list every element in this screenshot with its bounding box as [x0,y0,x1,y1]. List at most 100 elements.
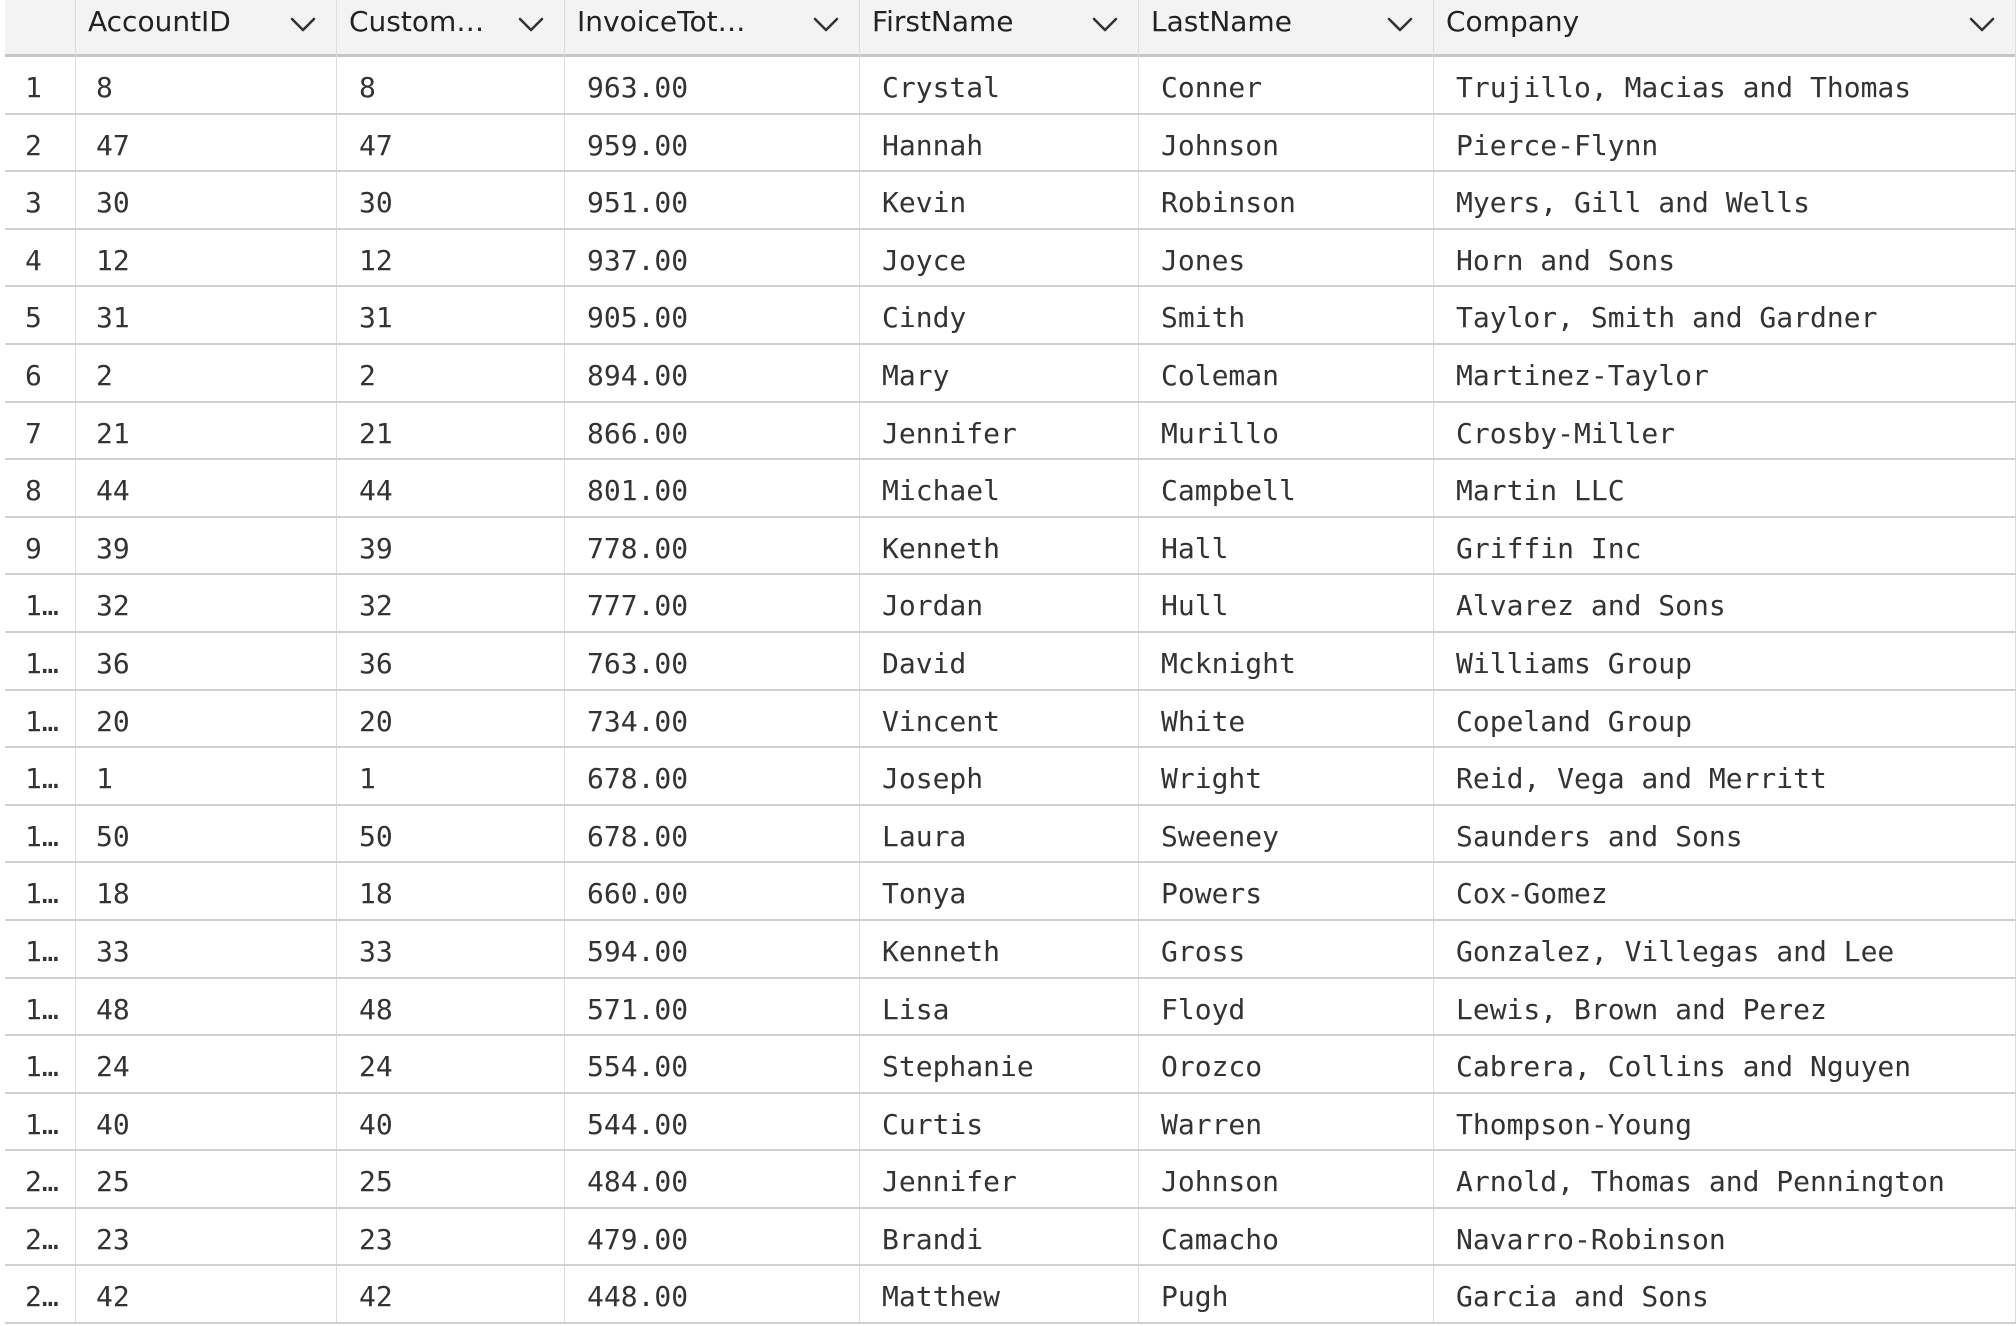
cell-customerid[interactable]: 25 [337,1151,565,1207]
cell-customerid[interactable]: 48 [337,978,565,1035]
cell-invoicetotal[interactable]: 763.00 [565,632,860,689]
table-row[interactable]: 8 44 44 801.00 Michael Campbell Martin LLC [5,460,2016,518]
cell-firstname[interactable]: Tonya [860,863,1139,919]
cell-invoicetotal[interactable]: 678.00 [565,748,860,804]
cell-company[interactable]: Cabrera, Collins and Nguyen [1434,1036,2016,1092]
cell-customerid[interactable]: 36 [337,632,565,689]
cell-lastname[interactable]: Powers [1139,863,1434,919]
cell-firstname[interactable]: David [860,632,1139,689]
cell-customerid[interactable]: 44 [337,460,565,516]
cell-company[interactable]: Cox-Gomez [1434,863,2016,919]
cell-lastname[interactable]: Gross [1139,920,1434,977]
cell-lastname[interactable]: Murillo [1139,402,1434,459]
chevron-down-icon[interactable] [811,12,841,36]
cell-company[interactable]: Navarro-Robinson [1434,1208,2016,1265]
cell-invoicetotal[interactable]: 937.00 [565,229,860,286]
cell-accountid[interactable]: 18 [76,863,337,919]
cell-firstname[interactable]: Michael [860,460,1139,516]
cell-customerid[interactable]: 12 [337,229,565,286]
cell-invoicetotal[interactable]: 734.00 [565,690,860,747]
cell-accountid[interactable]: 32 [76,575,337,631]
row-number[interactable]: 4 [5,229,76,286]
cell-invoicetotal[interactable]: 479.00 [565,1208,860,1265]
cell-accountid[interactable]: 2 [76,344,337,401]
table-row[interactable]: 1… 36 36 763.00 David Mcknight Williams Group [5,632,2016,691]
cell-accountid[interactable]: 39 [76,517,337,574]
table-row[interactable]: 5 31 31 905.00 Cindy Smith Taylor, Smith and G… [5,287,2016,345]
cell-firstname[interactable]: Joseph [860,748,1139,804]
row-number[interactable]: 7 [5,402,76,459]
cell-accountid[interactable]: 12 [76,229,337,286]
cell-company[interactable]: Arnold, Thomas and Pennington [1434,1151,2016,1207]
table-row[interactable]: 1… 1 1 678.00 Joseph Wright Reid, Vega and Mer… [5,748,2016,806]
row-number[interactable]: 2 [5,114,76,171]
table-row[interactable]: 4 12 12 937.00 Joyce Jones Horn and Sons [5,229,2016,288]
cell-firstname[interactable]: Hannah [860,114,1139,171]
table-row[interactable]: 1… 20 20 734.00 Vincent White Copeland Group [5,690,2016,749]
cell-lastname[interactable]: Warren [1139,1093,1434,1150]
cell-accountid[interactable]: 20 [76,690,337,747]
cell-lastname[interactable]: Camacho [1139,1208,1434,1265]
row-number[interactable]: 1… [5,863,76,919]
cell-company[interactable]: Griffin Inc [1434,517,2016,574]
row-number[interactable]: 1… [5,575,76,631]
cell-customerid[interactable]: 39 [337,517,565,574]
cell-lastname[interactable]: Mcknight [1139,632,1434,689]
cell-firstname[interactable]: Jennifer [860,402,1139,459]
cell-lastname[interactable]: White [1139,690,1434,747]
cell-accountid[interactable]: 1 [76,748,337,804]
row-number[interactable]: 9 [5,517,76,574]
cell-company[interactable]: Martinez-Taylor [1434,344,2016,401]
cell-invoicetotal[interactable]: 544.00 [565,1093,860,1150]
cell-customerid[interactable]: 42 [337,1266,565,1323]
cell-invoicetotal[interactable]: 951.00 [565,172,860,228]
cell-firstname[interactable]: Mary [860,344,1139,401]
row-number[interactable]: 1… [5,978,76,1035]
row-number[interactable]: 2… [5,1208,76,1265]
cell-company[interactable]: Thompson-Young [1434,1093,2016,1150]
table-row[interactable]: 7 21 21 866.00 Jennifer Murillo Crosby-Miller [5,402,2016,461]
cell-lastname[interactable]: Wright [1139,748,1434,804]
cell-firstname[interactable]: Jennifer [860,1151,1139,1207]
row-number[interactable]: 5 [5,287,76,343]
cell-lastname[interactable]: Robinson [1139,172,1434,228]
cell-accountid[interactable]: 42 [76,1266,337,1323]
cell-lastname[interactable]: Johnson [1139,114,1434,171]
cell-invoicetotal[interactable]: 894.00 [565,344,860,401]
cell-invoicetotal[interactable]: 866.00 [565,402,860,459]
row-number[interactable]: 1 [5,57,76,113]
cell-customerid[interactable]: 47 [337,114,565,171]
row-number[interactable]: 1… [5,632,76,689]
cell-customerid[interactable]: 23 [337,1208,565,1265]
table-row[interactable]: 6 2 2 894.00 Mary Coleman Martinez-Taylor [5,344,2016,403]
cell-accountid[interactable]: 48 [76,978,337,1035]
cell-customerid[interactable]: 8 [337,57,565,113]
cell-lastname[interactable]: Orozco [1139,1036,1434,1092]
cell-invoicetotal[interactable]: 801.00 [565,460,860,516]
table-row[interactable]: 1… 50 50 678.00 Laura Sweeney Saunders and Son… [5,805,2016,864]
cell-invoicetotal[interactable]: 778.00 [565,517,860,574]
column-header-invoicetotal[interactable]: InvoiceTot… [565,0,860,57]
chevron-down-icon[interactable] [1090,12,1120,36]
cell-lastname[interactable]: Coleman [1139,344,1434,401]
cell-company[interactable]: Reid, Vega and Merritt [1434,748,2016,804]
cell-lastname[interactable]: Conner [1139,57,1434,113]
cell-invoicetotal[interactable]: 448.00 [565,1266,860,1323]
cell-invoicetotal[interactable]: 905.00 [565,287,860,343]
column-header-company[interactable]: Company [1434,0,2016,57]
cell-company[interactable]: Horn and Sons [1434,229,2016,286]
cell-accountid[interactable]: 40 [76,1093,337,1150]
chevron-down-icon[interactable] [516,12,546,36]
table-row[interactable]: 2 47 47 959.00 Hannah Johnson Pierce-Flynn [5,114,2016,173]
cell-company[interactable]: Alvarez and Sons [1434,575,2016,631]
cell-company[interactable]: Gonzalez, Villegas and Lee [1434,920,2016,977]
table-row[interactable]: 1… 24 24 554.00 Stephanie Orozco Cabrera, Coll… [5,1036,2016,1094]
cell-lastname[interactable]: Pugh [1139,1266,1434,1323]
row-number[interactable]: 1… [5,1036,76,1092]
cell-firstname[interactable]: Stephanie [860,1036,1139,1092]
cell-accountid[interactable]: 31 [76,287,337,343]
cell-lastname[interactable]: Jones [1139,229,1434,286]
cell-firstname[interactable]: Kevin [860,172,1139,228]
cell-firstname[interactable]: Jordan [860,575,1139,631]
cell-customerid[interactable]: 24 [337,1036,565,1092]
